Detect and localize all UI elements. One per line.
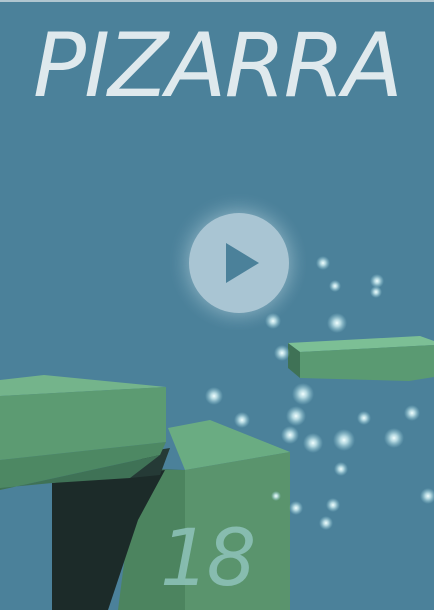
- play-button[interactable]: [189, 213, 289, 313]
- platform-right: [288, 336, 434, 381]
- game-screen: PIZARRA 18: [0, 0, 434, 610]
- score-counter: 18: [160, 514, 256, 604]
- play-icon: [226, 243, 259, 283]
